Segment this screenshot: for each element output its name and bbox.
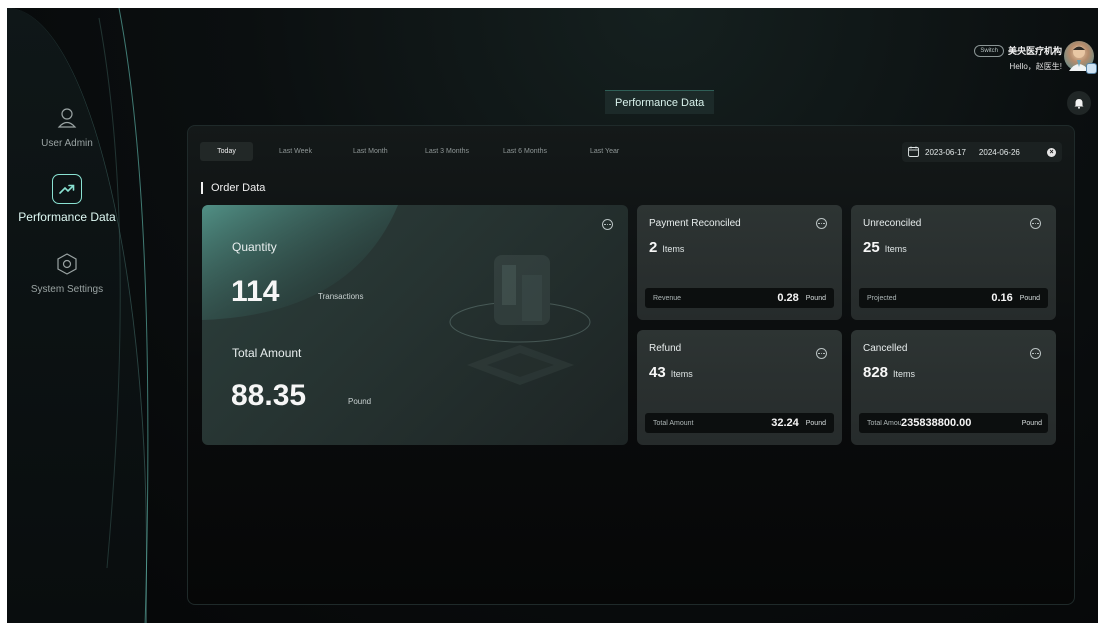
notification-bell-icon[interactable] bbox=[1067, 91, 1091, 115]
card-count: 2 Items bbox=[649, 239, 685, 256]
footer-unit: Pound bbox=[805, 294, 826, 302]
tab-last-month[interactable]: Last Month bbox=[353, 142, 403, 161]
card-refund: Refund 43 Items Total Amount 32.24 Pound bbox=[637, 330, 842, 445]
date-end: 2024-06-26 bbox=[978, 147, 1020, 157]
quantity-unit: Transactions bbox=[318, 292, 364, 301]
org-name: 美央医疗机构 bbox=[1007, 46, 1062, 56]
footer-label: Revenue bbox=[653, 294, 682, 302]
card-footer: Projected 0.16 Pound bbox=[859, 288, 1048, 308]
sidebar-item-label: System Settings bbox=[30, 284, 104, 295]
card-footer: Total Amount 235838800.00 Pound bbox=[859, 413, 1048, 433]
badge-icon bbox=[1086, 63, 1097, 74]
date-start: 2023-06-17 bbox=[925, 147, 966, 157]
sidebar-item-label: Performance Data bbox=[18, 210, 116, 224]
footer-value: 0.28 bbox=[777, 292, 799, 304]
more-options-icon[interactable] bbox=[816, 218, 827, 229]
more-options-icon[interactable] bbox=[1030, 218, 1041, 229]
footer-value: 32.24 bbox=[771, 417, 799, 429]
sidebar-item-user-admin[interactable]: User Admin bbox=[7, 104, 127, 149]
date-range-picker[interactable]: 2023-06-17 2024-06-26 × bbox=[902, 142, 1062, 162]
card-title: Payment Reconciled bbox=[649, 218, 741, 229]
trend-chart-icon bbox=[52, 174, 82, 204]
summary-card: Quantity 114 Transactions Total Amount 8… bbox=[202, 205, 628, 445]
sidebar-item-label: User Admin bbox=[41, 138, 93, 149]
card-count: 828 Items bbox=[863, 364, 916, 381]
card-unreconciled: Unreconciled 25 Items Projected 0.16 Poun… bbox=[851, 205, 1056, 320]
sidebar-item-performance-data[interactable]: Performance Data bbox=[7, 174, 127, 224]
page-title: Performance Data bbox=[605, 90, 715, 114]
user-icon bbox=[53, 104, 81, 132]
card-footer: Revenue 0.28 Pound bbox=[645, 288, 834, 308]
section-title: Order Data bbox=[201, 182, 265, 194]
tab-last-week[interactable]: Last Week bbox=[279, 142, 329, 161]
footer-label: Total Amount bbox=[867, 419, 901, 427]
card-title: Unreconciled bbox=[863, 218, 922, 229]
total-amount-unit: Pound bbox=[348, 397, 372, 406]
card-title: Refund bbox=[649, 343, 682, 354]
card-title: Cancelled bbox=[863, 343, 908, 354]
card-count: 25 Items bbox=[863, 239, 907, 256]
sidebar-item-system-settings[interactable]: System Settings bbox=[7, 250, 127, 295]
footer-unit: Pound bbox=[1021, 419, 1042, 427]
sidebar bbox=[7, 8, 147, 623]
tab-last-3-months[interactable]: Last 3 Months bbox=[425, 142, 485, 161]
more-options-icon[interactable] bbox=[602, 219, 613, 230]
footer-unit: Pound bbox=[805, 419, 826, 427]
more-options-icon[interactable] bbox=[1030, 348, 1041, 359]
quantity-value: 114 bbox=[231, 275, 280, 308]
total-amount-value: 88.35 bbox=[231, 379, 307, 412]
tab-today[interactable]: Today bbox=[200, 142, 253, 161]
quantity-label: Quantity bbox=[232, 240, 277, 254]
card-count: 43 Items bbox=[649, 364, 693, 381]
tab-last-6-months[interactable]: Last 6 Months bbox=[503, 142, 563, 161]
user-info: Switch 美央医疗机构 Hello，赵医生! bbox=[974, 44, 1062, 72]
footer-value: 0.16 bbox=[991, 292, 1013, 304]
switch-org-button[interactable]: Switch bbox=[974, 44, 1004, 57]
footer-label: Total Amount bbox=[653, 419, 694, 427]
clear-date-icon[interactable]: × bbox=[1047, 147, 1056, 157]
calendar-icon bbox=[908, 146, 919, 159]
footer-unit: Pound bbox=[1019, 294, 1040, 302]
more-options-icon[interactable] bbox=[816, 348, 827, 359]
card-footer: Total Amount 32.24 Pound bbox=[645, 413, 834, 433]
tab-last-year[interactable]: Last Year bbox=[590, 142, 630, 161]
card-cancelled: Cancelled 828Items Total Amount 23583880… bbox=[851, 330, 1056, 445]
avatar[interactable] bbox=[1064, 41, 1097, 74]
main-panel: Today Last Week Last Month Last 3 Months… bbox=[187, 125, 1075, 605]
card-payment-reconciled: Payment Reconciled 2 Items Revenue 0.28 P… bbox=[637, 205, 842, 320]
app-screen: User Admin Performance Data System Setti… bbox=[7, 8, 1098, 623]
time-range-tabs: Today Last Week Last Month Last 3 Months… bbox=[200, 142, 630, 161]
hexagon-settings-icon bbox=[53, 250, 81, 278]
isometric-device-icon bbox=[449, 255, 591, 385]
greeting-text: Hello，赵医生! bbox=[1009, 62, 1062, 71]
footer-label: Projected bbox=[867, 294, 897, 302]
footer-value: 235838800.00 bbox=[901, 417, 972, 429]
total-amount-label: Total Amount bbox=[232, 346, 302, 360]
